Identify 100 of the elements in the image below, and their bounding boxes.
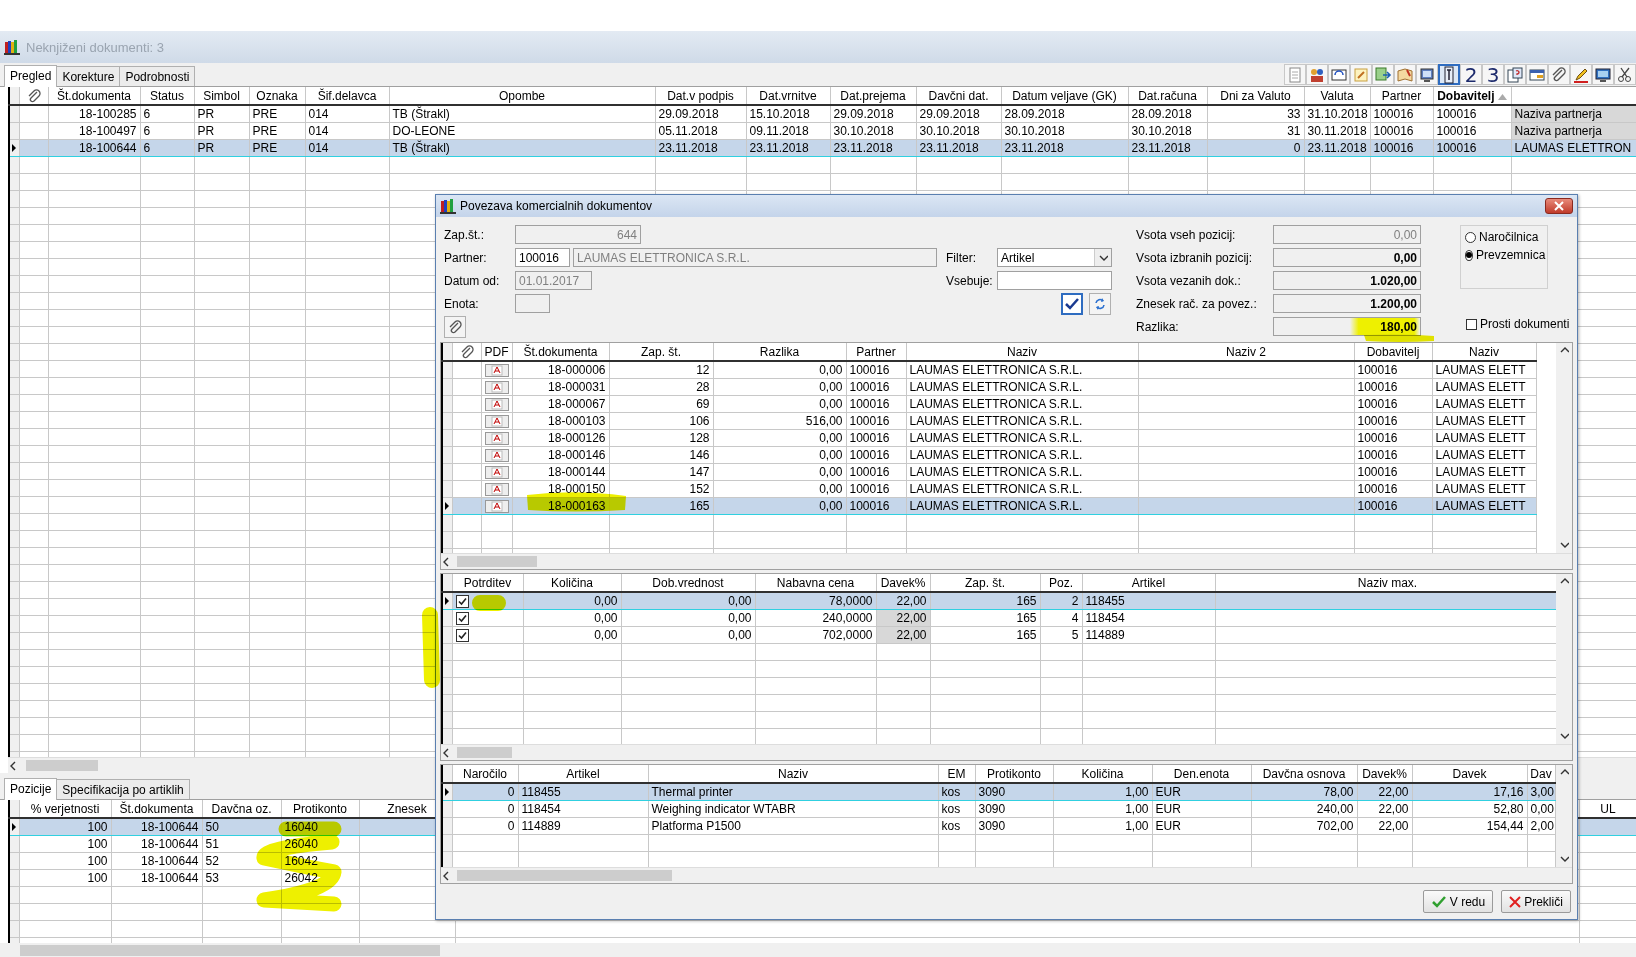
- row-header[interactable]: [442, 817, 452, 835]
- column-header[interactable]: Dat.računa: [1128, 87, 1207, 105]
- close-button[interactable]: [1545, 198, 1573, 214]
- scroll-thumb[interactable]: [457, 556, 537, 567]
- row-header[interactable]: [442, 395, 452, 413]
- checkbox[interactable]: [455, 628, 469, 642]
- pdf-icon[interactable]: [484, 482, 509, 496]
- pdf-icon[interactable]: [484, 431, 509, 445]
- row-header[interactable]: [442, 783, 452, 801]
- refresh-button[interactable]: [1089, 292, 1111, 315]
- pdf-icon[interactable]: [484, 414, 509, 428]
- total-field[interactable]: 0,00: [1273, 248, 1421, 267]
- toolbar-button[interactable]: [1438, 64, 1460, 85]
- pdf-icon[interactable]: [484, 363, 509, 377]
- ok-button[interactable]: V redu: [1423, 890, 1493, 913]
- row-header[interactable]: [9, 122, 19, 140]
- column-header[interactable]: Dat.v podpis: [655, 87, 746, 105]
- scroll-left-icon[interactable]: [441, 869, 451, 882]
- toolbar-button[interactable]: [1592, 64, 1614, 85]
- total-field[interactable]: 1.020,00: [1273, 271, 1421, 290]
- row-header[interactable]: [442, 378, 452, 396]
- column-header[interactable]: Naziv: [1432, 343, 1536, 361]
- confirm-button[interactable]: [1061, 292, 1083, 315]
- column-header[interactable]: Simbol: [194, 87, 249, 105]
- tab[interactable]: Pozicije: [4, 778, 58, 800]
- tab[interactable]: Korekture: [56, 66, 121, 86]
- total-field[interactable]: 1.200,00: [1273, 294, 1421, 313]
- scroll-thumb[interactable]: [457, 747, 512, 758]
- column-header[interactable]: Zap. št.: [609, 343, 713, 361]
- column-header[interactable]: Št.dokumenta: [48, 87, 140, 105]
- column-header[interactable]: Oznaka: [249, 87, 305, 105]
- column-header[interactable]: Naziv 2: [1138, 343, 1354, 361]
- row-header[interactable]: [442, 609, 452, 627]
- column-header[interactable]: Partner: [1370, 87, 1433, 105]
- tab[interactable]: Pregled: [4, 65, 58, 87]
- pdf-icon[interactable]: [484, 448, 509, 462]
- scroll-left-icon[interactable]: [8, 759, 18, 772]
- scroll-thumb[interactable]: [26, 760, 98, 771]
- total-field[interactable]: 180,00: [1273, 317, 1421, 336]
- row-header[interactable]: [442, 497, 452, 515]
- toolbar-button[interactable]: 2: [1460, 64, 1482, 85]
- row-header[interactable]: [442, 626, 452, 644]
- scroll-thumb[interactable]: [457, 870, 672, 881]
- column-header[interactable]: Šif.delavca: [305, 87, 389, 105]
- toolbar-button[interactable]: [1548, 64, 1570, 85]
- row-header[interactable]: [9, 869, 19, 887]
- row-header[interactable]: [9, 835, 19, 853]
- row-header[interactable]: [442, 429, 452, 447]
- radio-indicator[interactable]: [1465, 231, 1476, 243]
- scroll-left-icon[interactable]: [441, 746, 451, 759]
- toolbar-button[interactable]: [1526, 64, 1548, 85]
- toolbar-button[interactable]: [1306, 64, 1328, 85]
- pdf-icon[interactable]: [484, 465, 509, 479]
- search-field[interactable]: [997, 271, 1112, 290]
- toolbar-button[interactable]: [1416, 64, 1438, 85]
- toolbar-button[interactable]: [1570, 64, 1592, 85]
- column-header[interactable]: Partner: [846, 343, 906, 361]
- scroll-thumb[interactable]: [20, 944, 440, 956]
- scroll-left-icon[interactable]: [441, 555, 451, 568]
- checkbox[interactable]: Prosti dokumenti: [1466, 317, 1577, 331]
- cancel-button[interactable]: Prekliči: [1501, 890, 1571, 913]
- toolbar-button[interactable]: [1504, 64, 1526, 85]
- column-header[interactable]: Datum veljave (GK): [1001, 87, 1128, 105]
- row-header[interactable]: [442, 446, 452, 464]
- toolbar-button[interactable]: [1328, 64, 1350, 85]
- row-header[interactable]: [442, 412, 452, 430]
- column-header[interactable]: Valuta: [1304, 87, 1370, 105]
- checkbox[interactable]: [455, 594, 469, 608]
- pdf-icon[interactable]: [484, 380, 509, 394]
- column-header[interactable]: Status: [140, 87, 194, 105]
- row-header[interactable]: [9, 852, 19, 870]
- row-header[interactable]: [442, 480, 452, 498]
- column-header[interactable]: Dat.vrnitve: [746, 87, 830, 105]
- tab[interactable]: Podrobnosti: [119, 66, 196, 86]
- row-header[interactable]: [442, 463, 452, 481]
- toolbar-button[interactable]: 3: [1482, 64, 1504, 85]
- tab[interactable]: Specifikacija po artiklih: [56, 779, 190, 799]
- toolbar-button[interactable]: [1372, 64, 1394, 85]
- column-header[interactable]: Dni za Valuto: [1207, 87, 1304, 105]
- checkbox[interactable]: [455, 611, 469, 625]
- column-header[interactable]: Dobavitelj: [1433, 87, 1511, 105]
- column-header[interactable]: Razlika: [713, 343, 846, 361]
- column-header[interactable]: Opombe: [389, 87, 655, 105]
- row-header[interactable]: [9, 105, 19, 123]
- column-header[interactable]: Št.dokumenta: [512, 343, 609, 361]
- pdf-icon[interactable]: [484, 499, 509, 513]
- row-header[interactable]: [442, 592, 452, 610]
- attach-button[interactable]: [444, 315, 466, 338]
- column-header[interactable]: Naziv: [906, 343, 1138, 361]
- filter-dropdown[interactable]: Artikel: [997, 248, 1112, 267]
- toolbar-button[interactable]: [1394, 64, 1416, 85]
- column-header[interactable]: Dat.prejema: [830, 87, 916, 105]
- row-header[interactable]: [442, 800, 452, 818]
- row-header[interactable]: [9, 139, 19, 157]
- toolbar-button[interactable]: [1614, 64, 1636, 85]
- pdf-icon[interactable]: [484, 397, 509, 411]
- row-header[interactable]: [9, 818, 19, 836]
- column-header[interactable]: Davčni dat.: [916, 87, 1001, 105]
- radio-button[interactable]: Naročilnica: [1465, 230, 1543, 244]
- column-header[interactable]: PDF: [481, 343, 512, 361]
